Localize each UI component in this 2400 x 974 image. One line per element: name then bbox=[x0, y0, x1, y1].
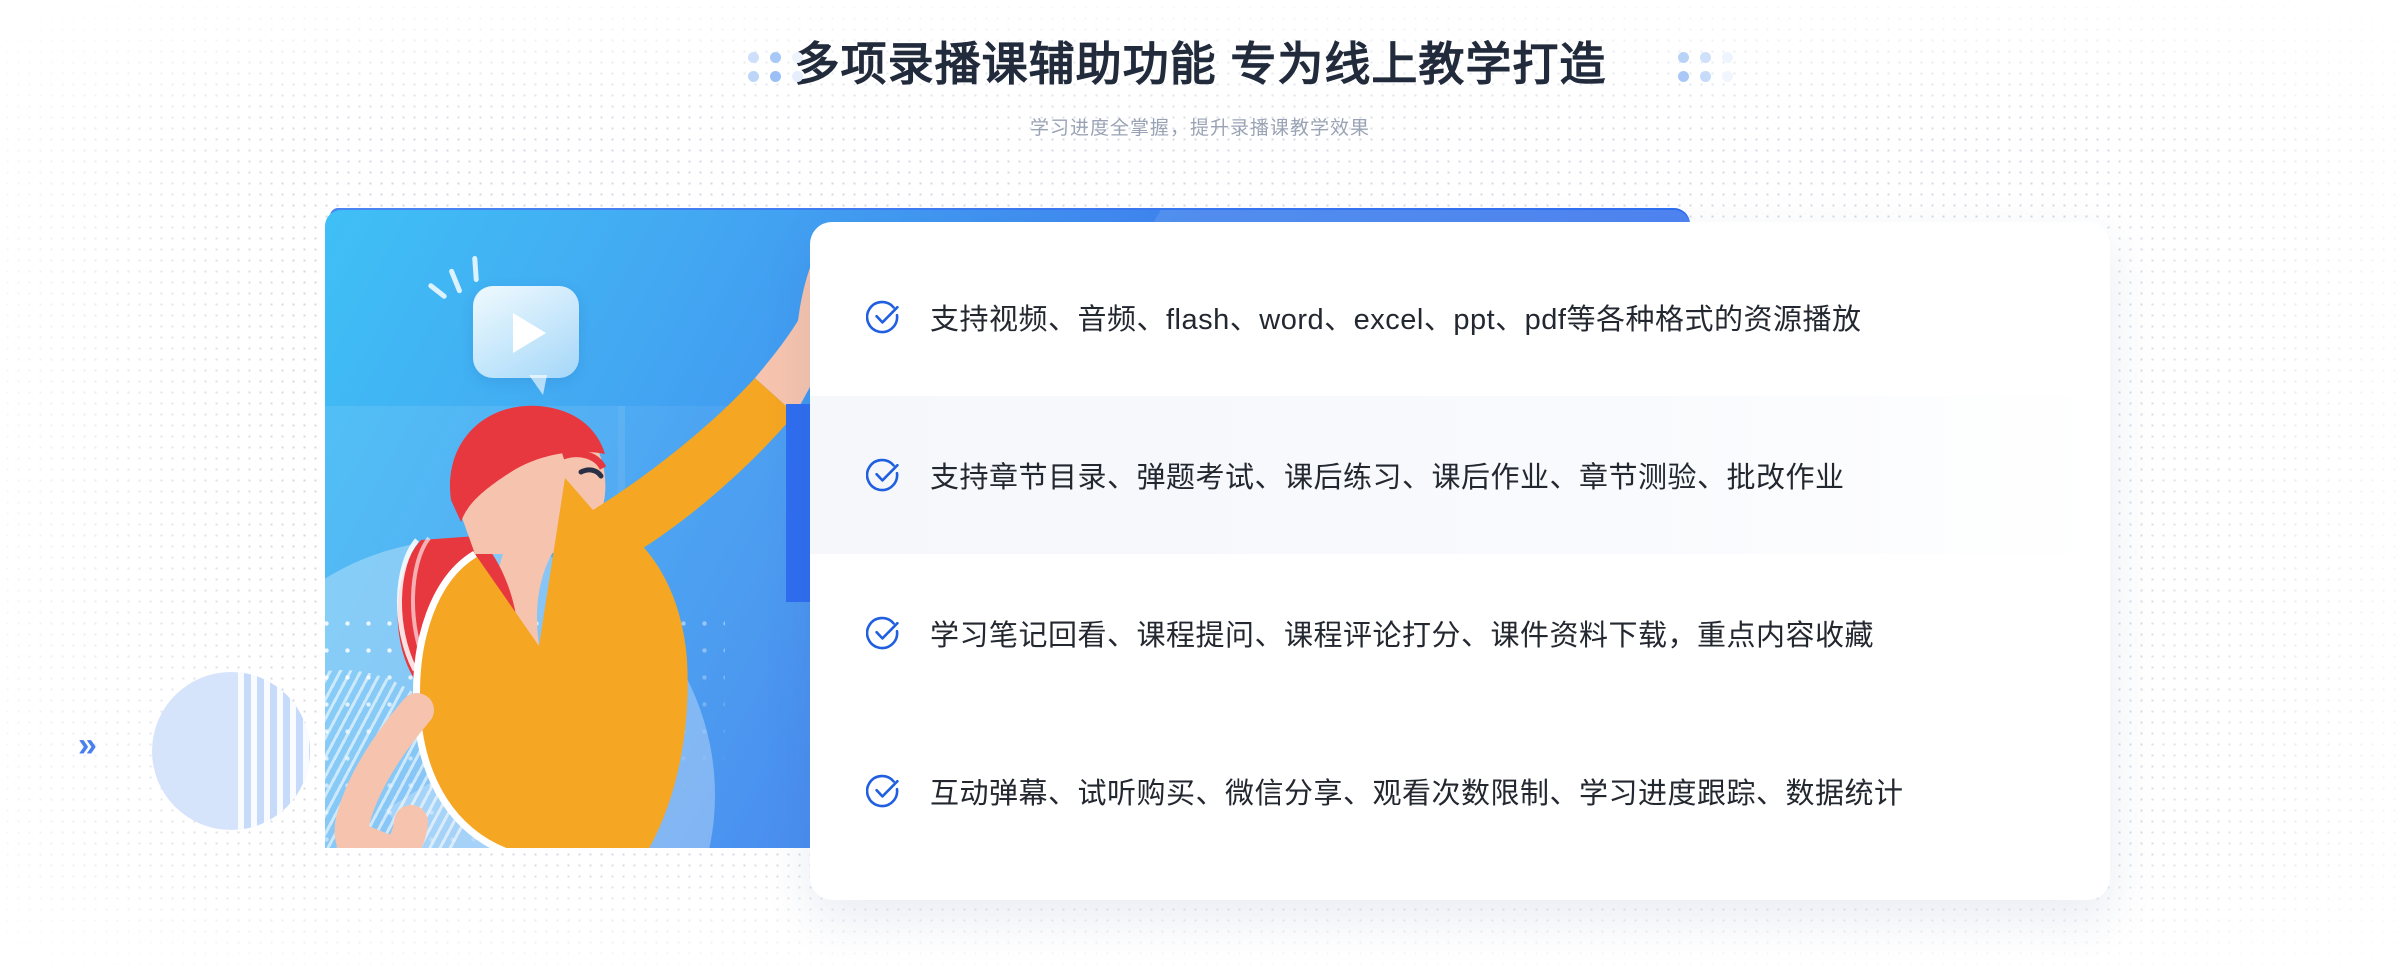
feature-row[interactable]: 支持视频、音频、flash、word、excel、ppt、pdf等各种格式的资源… bbox=[810, 238, 2110, 396]
feature-text: 学习笔记回看、课程提问、课程评论打分、课件资料下载，重点内容收藏 bbox=[930, 620, 1875, 652]
check-circle-icon bbox=[866, 458, 899, 492]
striped-circle-decoration bbox=[152, 672, 310, 830]
feature-text: 互动弹幕、试听购买、微信分享、观看次数限制、学习进度跟踪、数据统计 bbox=[930, 778, 1904, 810]
feature-row[interactable]: 互动弹幕、试听购买、微信分享、观看次数限制、学习进度跟踪、数据统计 bbox=[810, 712, 2110, 870]
header: 多项录播课辅助功能 专为线上教学打造 学习进度全掌握，提升录播课教学效果 bbox=[0, 0, 2400, 160]
feature-text: 支持章节目录、弹题考试、课后练习、课后作业、章节测验、批改作业 bbox=[930, 462, 1845, 494]
double-chevron-right-icon: » bbox=[78, 726, 97, 764]
feature-row[interactable]: 学习笔记回看、课程提问、课程评论打分、课件资料下载，重点内容收藏 bbox=[810, 554, 2110, 712]
check-circle-icon bbox=[866, 616, 899, 650]
check-circle-icon bbox=[866, 774, 899, 808]
dot-grid-icon bbox=[1678, 52, 1736, 82]
check-circle-icon bbox=[866, 300, 899, 334]
feature-row[interactable]: 支持章节目录、弹题考试、课后练习、课后作业、章节测验、批改作业 bbox=[810, 396, 2110, 554]
page-title: 多项录播课辅助功能 专为线上教学打造 bbox=[793, 38, 1607, 90]
features-card: 支持视频、音频、flash、word、excel、ppt、pdf等各种格式的资源… bbox=[810, 222, 2110, 900]
feature-text: 支持视频、音频、flash、word、excel、ppt、pdf等各种格式的资源… bbox=[930, 304, 1862, 336]
page-subtitle: 学习进度全掌握，提升录播课教学效果 bbox=[1029, 118, 1370, 139]
dot-grid-icon bbox=[748, 52, 806, 82]
